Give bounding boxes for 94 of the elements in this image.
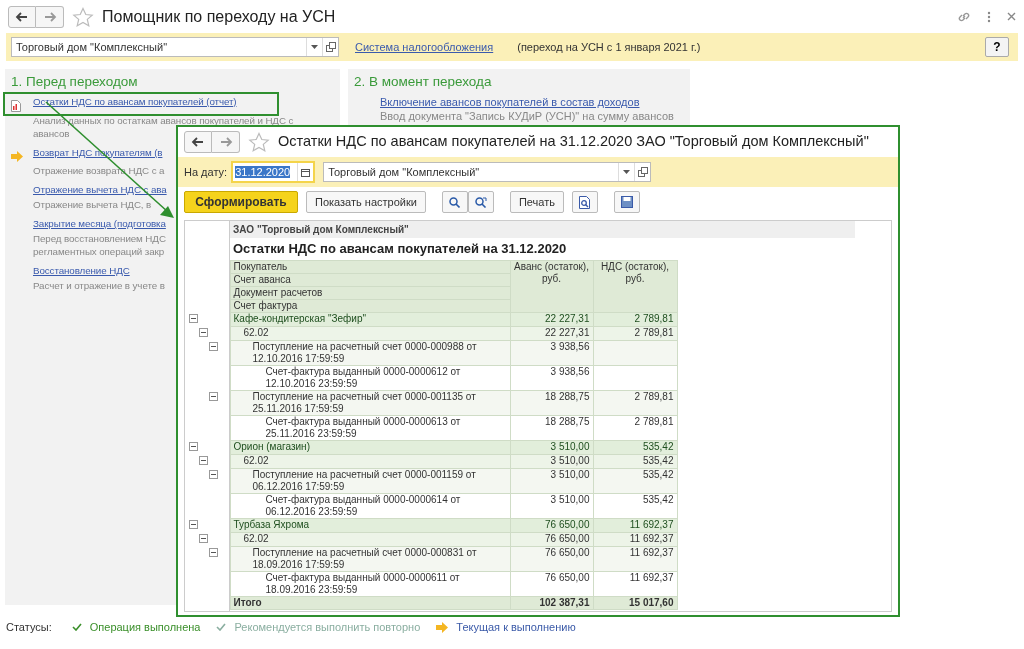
window-title: Помощник по переходу на УСН [102,6,337,27]
open-window-icon[interactable] [637,167,648,177]
tree-toggle[interactable] [209,392,218,401]
tree-toggle[interactable] [189,442,198,451]
save-button[interactable] [613,191,640,213]
table-cell: 18 288,75 [510,390,593,415]
table-cell: 3 938,56 [510,365,593,390]
table-cell: 11 692,37 [593,571,677,596]
table-cell: Поступление на расчетный счет 0000-001135 от 25.11.2016 17:59:59 [230,390,510,415]
status-legend-text: Рекомендуется выполнить повторно [234,620,421,635]
open-window-icon[interactable] [325,42,336,52]
step-link[interactable]: Остатки НДС по авансам покупателей (отчет) [33,94,237,110]
step-link[interactable]: Включение авансов покупателей в состав доходов [380,94,640,110]
organization-select[interactable]: Торговый дом "Комплексный" [323,162,652,182]
step-description: регламентных операций закр [33,245,165,258]
table-cell: 76 650,00 [510,571,593,596]
table-cell: 535,42 [593,493,677,518]
current-step-arrow-icon [11,151,23,163]
table-cell: 3 510,00 [510,468,593,493]
tree-toggle[interactable] [189,520,198,529]
table-cell: 2 789,81 [593,390,677,415]
table-cell: Счет-фактура выданный 0000-0000614 от 06.12.2016 23:59:59 [230,493,510,518]
table-cell: 3 510,00 [510,493,593,518]
report-title: Остатки НДС по авансам покупателей на 31.12.2020 [232,240,568,258]
organization-select[interactable]: Торговый дом "Комплексный" [11,37,339,57]
select-value: Торговый дом "Комплексный" [15,39,169,55]
date-label: На дату: [184,164,228,180]
transition-note: (переход на УСН с 1 января 2021 г.) [517,39,702,55]
dropdown-caret-icon[interactable] [311,45,318,49]
column-header: Аванс (остаток), руб. [510,260,593,312]
report-company: ЗАО "Торговый дом Комплексный" [230,221,855,238]
step-description: Расчет и отражение в учете в [33,279,165,292]
search-button[interactable] [441,191,468,213]
tree-toggle[interactable] [199,534,208,543]
step-description: Анализ данных по остаткам авансов покупателей и НДС с [33,113,294,127]
back-button[interactable] [8,5,36,28]
report-document-icon [11,100,21,113]
document-magnifier-icon [578,195,591,209]
column-header: НДС (остаток), руб. [593,260,677,312]
table-cell: Счет-фактура выданный 0000-0000612 от 12.10.2016 23:59:59 [230,365,510,390]
table-cell: Поступление на расчетный счет 0000-000988 от 12.10.2016 17:59:59 [230,340,510,365]
help-button[interactable]: ? [985,37,1009,57]
column-header: Покупатель [230,260,510,273]
section-title: 2. В момент перехода [354,73,493,90]
table-cell: 2 789,81 [593,415,677,440]
table-cell: Счет-фактура выданный 0000-0000611 от 18.09.2016 23:59:59 [230,571,510,596]
report-window-title: Остатки НДС по авансам покупателей на 31.12.2020 ЗАО "Торговый дом Комплексный" [278,132,869,152]
table-cell: 3 938,56 [510,340,593,365]
step-description: Отражение вычета НДС, в [33,198,152,211]
back-button[interactable] [184,131,212,153]
back-arrow-icon [191,135,205,149]
more-options-icon[interactable] [987,10,991,23]
forward-arrow-icon [42,9,57,24]
close-icon[interactable] [1007,12,1016,21]
table-cell: 11 692,37 [593,546,677,571]
status-legend-text: Операция выполнена [89,620,201,635]
table-cell: 18 288,75 [510,415,593,440]
tax-system-link[interactable]: Система налогообложения [355,38,494,56]
show-settings-button[interactable]: Показать настройки [306,191,426,213]
current-step-arrow-icon [436,621,449,633]
dropdown-caret-icon[interactable] [623,170,631,174]
table-cell: 535,42 [593,468,677,493]
search-options-button[interactable] [467,191,494,213]
search-icon [449,196,461,208]
forward-arrow-icon [218,135,233,149]
table-cell: Счет-фактура выданный 0000-0000613 от 25.11.2016 23:59:59 [230,415,510,440]
print-button[interactable]: Печать [509,191,564,213]
table-cell: Поступление на расчетный счет 0000-000831 от 18.09.2016 17:59:59 [230,546,510,571]
favorite-star-icon[interactable] [248,132,270,152]
checkmark-icon [71,623,82,632]
tree-toggle[interactable] [209,470,218,479]
tree-toggle[interactable] [209,548,218,557]
checkmark-icon [216,623,227,632]
calendar-icon [301,167,311,177]
status-legend-text: Текущая к выполнению [456,620,576,635]
step-link[interactable]: Закрытие месяца (подготовка [33,216,166,232]
step-description: авансов [33,126,70,140]
favorite-star-icon[interactable] [72,6,94,27]
select-value: Торговый дом "Комплексный" [327,164,481,180]
step-description: Перед восстановлением НДС [33,232,166,245]
tree-toggle[interactable] [189,314,198,323]
statuses-label: Статусы: [6,620,52,635]
generate-button[interactable]: Сформировать [184,191,298,213]
back-arrow-icon [15,9,29,24]
tree-toggle[interactable] [199,328,208,337]
table-cell: Поступление на расчетный счет 0000-001159 от 06.12.2016 17:59:59 [230,468,510,493]
search-settings-icon [474,196,487,208]
table-cell: 76 650,00 [510,546,593,571]
step-description: Ввод документа "Запись КУДиР (УСН)" на сумму авансов [380,110,674,123]
tree-toggle[interactable] [209,342,218,351]
section-title: 1. Перед переходом [11,73,139,90]
preview-button[interactable] [571,191,598,213]
tree-toggle[interactable] [199,456,208,465]
step-link[interactable]: Восстановление НДС [33,263,130,279]
